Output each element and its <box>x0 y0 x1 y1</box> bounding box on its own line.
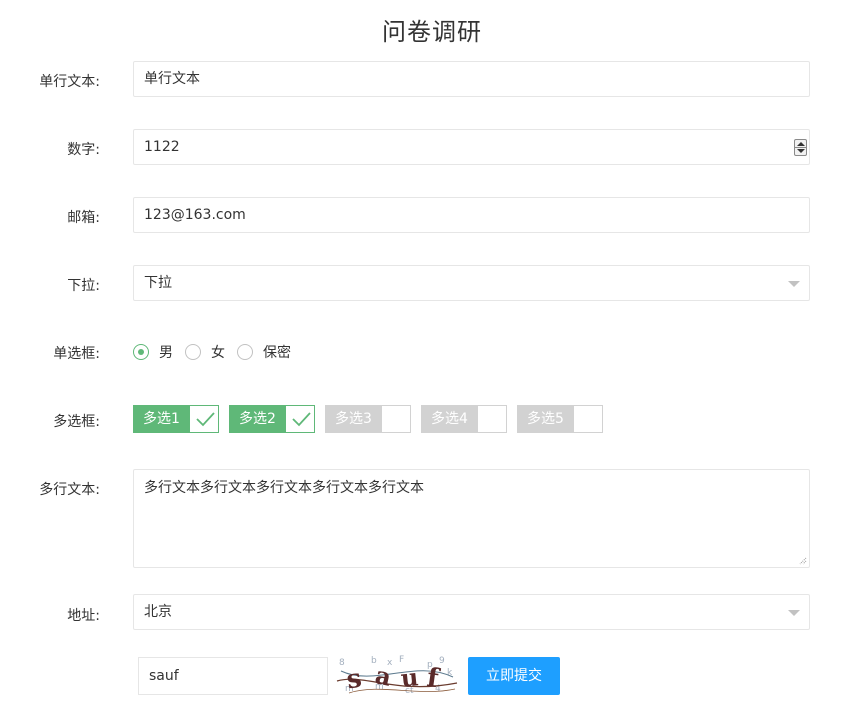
checkbox-group: 多选1 多选2 多选3 多选4 多选5 <box>133 405 613 433</box>
check-icon <box>196 412 215 427</box>
radio-circle-icon <box>133 344 149 360</box>
checkbox-box <box>574 406 602 432</box>
captcha-value: sauf <box>149 668 179 684</box>
multiline-label: 多行文本: <box>39 482 100 498</box>
number-label: 数字: <box>67 142 100 158</box>
single-line-input[interactable]: 单行文本 <box>133 61 810 97</box>
checkbox-box <box>382 406 410 432</box>
check-icon <box>292 412 311 427</box>
dropdown-label: 下拉: <box>67 278 100 294</box>
multiline-textarea[interactable]: 多行文本多行文本多行文本多行文本多行文本 <box>133 469 810 568</box>
checkbox-option-label: 多选2 <box>230 406 286 432</box>
spinner-down-icon[interactable] <box>797 149 805 153</box>
single-line-label: 单行文本: <box>39 74 100 90</box>
checkbox-option-label: 多选3 <box>326 406 382 432</box>
radio-circle-icon <box>185 344 201 360</box>
checkbox-option-label: 多选4 <box>422 406 478 432</box>
address-label: 地址: <box>67 608 100 624</box>
caret-down-icon <box>788 281 800 287</box>
submit-button[interactable]: 立即提交 <box>468 657 560 695</box>
checkbox-option-4[interactable]: 多选4 <box>421 405 507 433</box>
caret-down-icon <box>788 610 800 616</box>
radio-label: 单选框: <box>53 346 100 362</box>
checkbox-option-2[interactable]: 多选2 <box>229 405 315 433</box>
checkbox-option-label: 多选5 <box>518 406 574 432</box>
email-value: 123@163.com <box>144 207 246 223</box>
radio-secret[interactable]: 保密 <box>237 342 291 362</box>
svg-text:b: b <box>371 656 377 666</box>
dropdown-value: 下拉 <box>144 275 172 291</box>
email-input[interactable]: 123@163.com <box>133 197 810 233</box>
spinner-icon[interactable] <box>794 139 807 156</box>
address-value: 北京 <box>144 604 172 620</box>
checkbox-option-5[interactable]: 多选5 <box>517 405 603 433</box>
radio-group: 男 女 保密 <box>133 341 303 363</box>
captcha-input[interactable]: sauf <box>138 657 328 695</box>
email-label: 邮箱: <box>67 210 100 226</box>
checkbox-option-1[interactable]: 多选1 <box>133 405 219 433</box>
captcha-image[interactable]: 8bx Fp9 m m ct 4k s a u f <box>335 653 459 697</box>
captcha-char: u <box>399 662 419 693</box>
address-select[interactable]: 北京 <box>133 594 810 630</box>
radio-male[interactable]: 男 <box>133 342 173 362</box>
checkbox-option-label: 多选1 <box>134 406 190 432</box>
checkbox-box <box>478 406 506 432</box>
spinner-up-icon[interactable] <box>797 142 805 146</box>
checkbox-option-3[interactable]: 多选3 <box>325 405 411 433</box>
resize-grip-icon[interactable] <box>799 557 807 565</box>
radio-circle-icon <box>237 344 253 360</box>
page-title: 问卷调研 <box>382 18 482 46</box>
radio-female[interactable]: 女 <box>185 342 225 362</box>
number-value: 1122 <box>144 139 180 155</box>
dropdown-select[interactable]: 下拉 <box>133 265 810 301</box>
radio-option-label: 女 <box>211 345 225 361</box>
number-input[interactable]: 1122 <box>133 129 810 165</box>
radio-option-label: 保密 <box>263 345 291 361</box>
multiline-value: 多行文本多行文本多行文本多行文本多行文本 <box>144 480 424 496</box>
radio-option-label: 男 <box>159 345 173 361</box>
checkbox-label: 多选框: <box>53 414 100 430</box>
single-line-value: 单行文本 <box>144 71 200 87</box>
